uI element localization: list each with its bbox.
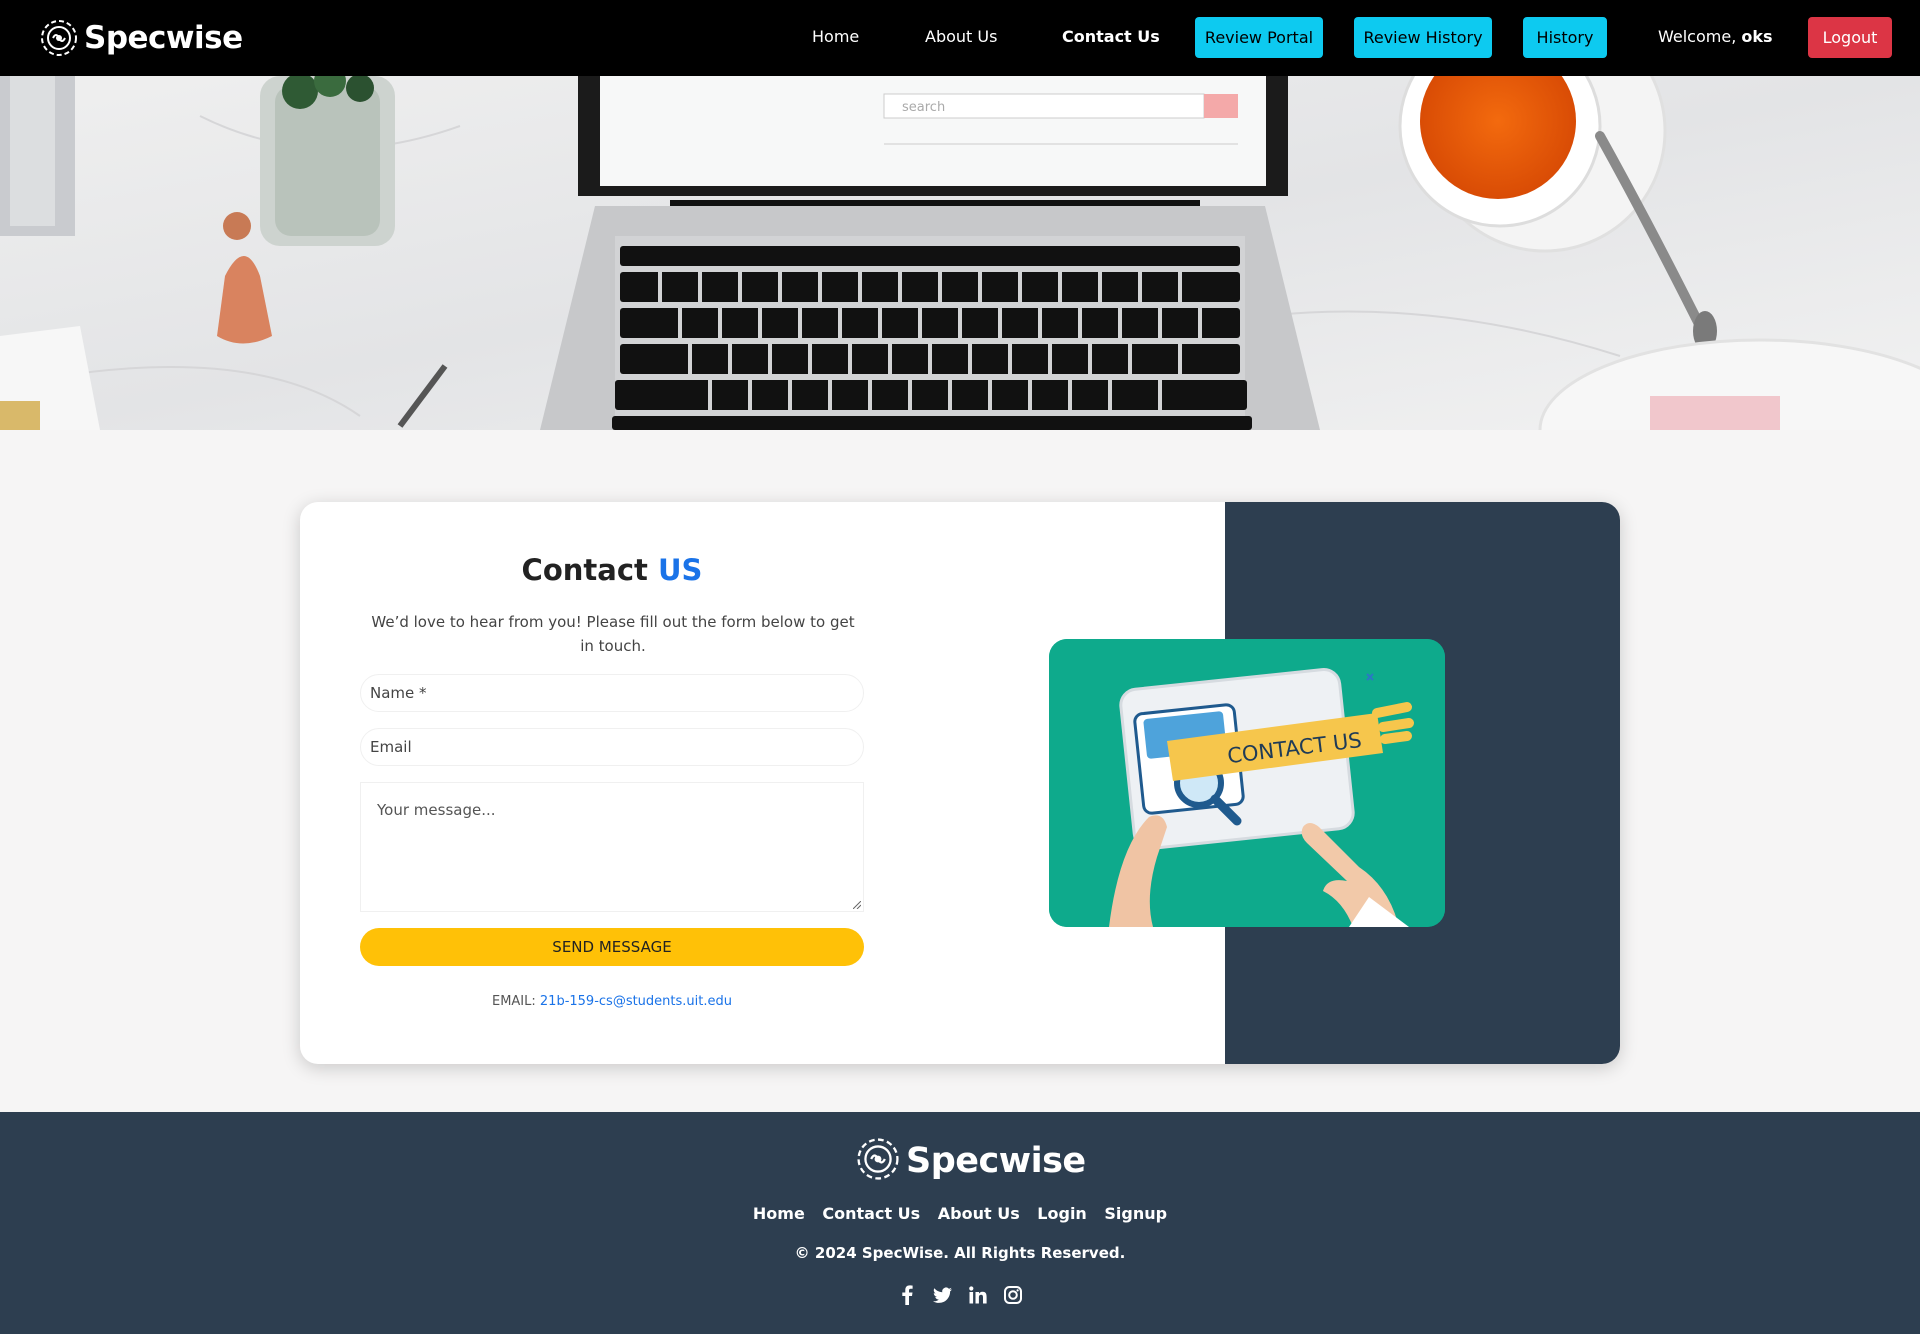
contact-card: Contact US We’d love to hear from you! P… <box>300 502 1620 1064</box>
footer-link-signup[interactable]: Signup <box>1104 1204 1167 1223</box>
resize-grip-icon[interactable] <box>853 901 861 909</box>
contact-title-accent: US <box>658 553 703 587</box>
send-message-button[interactable]: SEND MESSAGE <box>360 928 864 966</box>
footer-link-about-us[interactable]: About Us <box>938 1204 1020 1223</box>
message-textarea[interactable]: Your message... <box>360 782 864 912</box>
hero-search-text: search <box>902 100 945 115</box>
brain-gear-logo-icon <box>854 1135 902 1187</box>
footer-link-login[interactable]: Login <box>1037 1204 1087 1223</box>
instagram-icon[interactable] <box>1003 1284 1022 1306</box>
logout-button[interactable]: Logout <box>1808 17 1892 58</box>
navbar: Specwise Home About Us Contact Us Review… <box>0 0 1920 76</box>
email-label: EMAIL: <box>491 994 536 1009</box>
footer-link-home[interactable]: Home <box>753 1204 805 1223</box>
brand-logo[interactable]: Specwise <box>38 16 243 60</box>
facebook-icon[interactable] <box>898 1284 917 1306</box>
twitter-icon[interactable] <box>933 1284 952 1306</box>
history-button[interactable]: History <box>1523 17 1607 58</box>
contact-subtitle: We’d love to hear from you! Please fill … <box>371 613 855 655</box>
username: oks <box>1741 27 1773 46</box>
nav-home[interactable]: Home <box>812 26 859 48</box>
contact-title: Contact US <box>300 553 924 587</box>
review-history-button[interactable]: Review History <box>1354 17 1492 58</box>
footer-brand-name: Specwise <box>906 1140 1086 1181</box>
review-portal-button[interactable]: Review Portal <box>1195 17 1323 58</box>
message-placeholder: Your message... <box>377 801 496 819</box>
brain-gear-logo-icon <box>38 17 80 59</box>
contact-email-link[interactable]: 21b-159-cs@students.uit.edu <box>540 994 732 1009</box>
welcome-prefix: Welcome, <box>1658 27 1742 46</box>
social-icons <box>898 1284 1022 1306</box>
contact-title-main: Contact <box>521 553 648 587</box>
linkedin-icon[interactable] <box>968 1284 987 1306</box>
footer-brand-logo[interactable]: Specwise <box>854 1136 1086 1186</box>
contact-email-line: EMAIL: 21b-159-cs@students.uit.edu <box>300 994 924 1009</box>
welcome-text: Welcome, oks <box>1658 26 1773 48</box>
name-field[interactable]: Name * <box>360 674 864 712</box>
footer-nav: Home Contact Us About Us Login Signup <box>0 1204 1920 1223</box>
email-field[interactable]: Email <box>360 728 864 766</box>
nav-contact-us[interactable]: Contact Us <box>1062 26 1160 48</box>
hero-banner-image: search <box>0 76 1920 430</box>
nav-about-us[interactable]: About Us <box>925 26 997 48</box>
footer-link-contact-us[interactable]: Contact Us <box>822 1204 920 1223</box>
contact-us-illustration: CONTACT US <box>1049 639 1445 927</box>
footer: Specwise Home Contact Us About Us Login … <box>0 1112 1920 1334</box>
copyright-text: © 2024 SpecWise. All Rights Reserved. <box>794 1244 1126 1262</box>
brand-name: Specwise <box>84 19 243 56</box>
